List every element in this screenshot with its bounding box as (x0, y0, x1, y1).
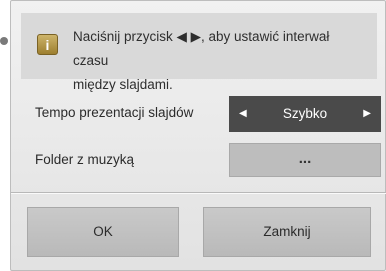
ok-button[interactable]: OK (27, 207, 179, 257)
info-message-line2: między slajdami. (73, 77, 173, 92)
info-message: Naciśnij przycisk ◀ ▶, aby ustawić inter… (73, 25, 363, 97)
slideshow-speed-spinner[interactable]: Szybko ◀ ▶ (229, 96, 381, 132)
arrow-left-icon[interactable]: ◀ (239, 96, 247, 132)
slideshow-speed-label: Tempo prezentacji slajdów (35, 105, 194, 120)
arrow-right-icon[interactable]: ▶ (363, 96, 371, 132)
bullet-marker (0, 37, 8, 45)
divider (11, 192, 386, 194)
close-button[interactable]: Zamknij (203, 207, 371, 257)
music-folder-label: Folder z muzyką (35, 152, 135, 167)
slideshow-settings-dialog: i Naciśnij przycisk ◀ ▶, aby ustawić int… (10, 0, 386, 271)
slideshow-speed-value: Szybko (282, 106, 328, 121)
info-bar: i Naciśnij przycisk ◀ ▶, aby ustawić int… (21, 13, 377, 92)
info-icon: i (37, 34, 58, 55)
info-message-line1: Naciśnij przycisk ◀ ▶, aby ustawić inter… (73, 29, 330, 68)
music-folder-browse-button[interactable]: ... (229, 143, 381, 177)
